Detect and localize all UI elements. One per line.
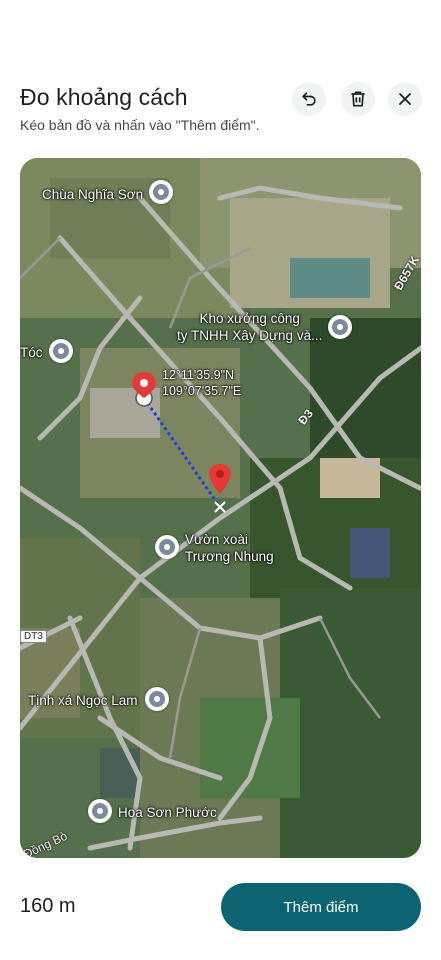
place-icon[interactable] xyxy=(88,799,112,823)
trash-icon xyxy=(351,91,365,107)
undo-icon xyxy=(302,92,316,106)
poi-label-kho-xuong[interactable]: Kho xưởng công ty TNHH Xây Dựng và... xyxy=(177,310,322,344)
undo-button[interactable] xyxy=(292,82,326,116)
instruction-text: Kéo bản đồ và nhấn vào "Thêm điểm". xyxy=(20,117,260,133)
satellite-map[interactable]: Chùa Nghĩa Sơn Kho xưởng công ty TNHH Xâ… xyxy=(20,158,421,858)
temple-icon[interactable] xyxy=(145,687,169,711)
place-icon[interactable] xyxy=(155,535,179,559)
poi-label-vuon-xoai[interactable]: Vườn xoài Trương Nhung xyxy=(185,531,274,565)
map-imagery xyxy=(20,158,421,858)
place-icon[interactable] xyxy=(49,339,73,363)
delete-button[interactable] xyxy=(341,82,375,116)
close-icon xyxy=(399,93,411,105)
close-button[interactable] xyxy=(388,82,422,116)
add-point-button[interactable]: Thêm điểm xyxy=(221,883,421,931)
poi-label-chua-nghia-son[interactable]: Chùa Nghĩa Sơn xyxy=(42,186,143,203)
distance-readout: 160 m xyxy=(20,895,76,917)
temple-icon[interactable] xyxy=(149,180,173,204)
road-label-dt3: DT3 xyxy=(20,630,47,643)
page-title: Đo khoảng cách xyxy=(20,84,188,110)
poi-label-tinh-xa[interactable]: Tịnh xá Ngọc Lam xyxy=(28,692,138,709)
poi-label-toc[interactable]: Tóc xyxy=(20,344,43,361)
coordinate-readout: 12°11'35.9"N 109°07'35.7"E xyxy=(162,368,242,398)
poi-label-hoa-son-phuoc[interactable]: Hoa Sơn Phước xyxy=(118,804,217,821)
place-icon[interactable] xyxy=(328,315,352,339)
measure-header: Đo khoảng cách Kéo bản đồ và nhấn vào "T… xyxy=(0,0,441,150)
